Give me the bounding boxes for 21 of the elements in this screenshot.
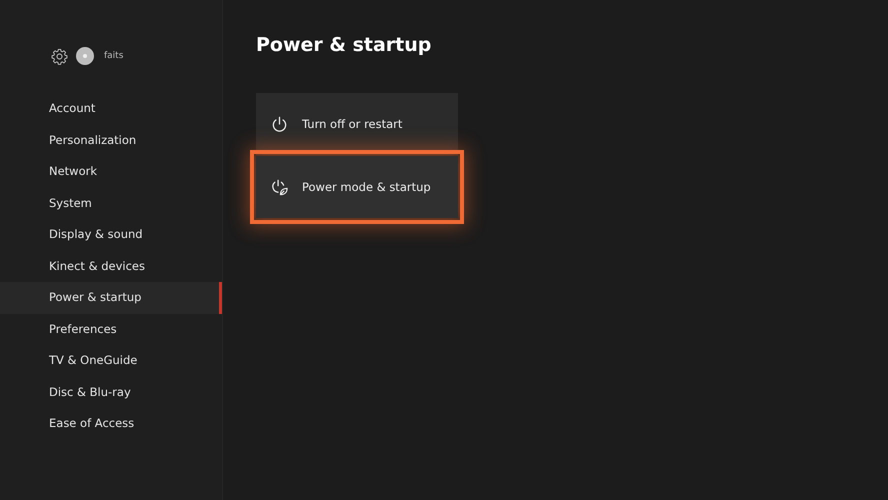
menu-tile[interactable]: Turn off or restart (256, 93, 458, 155)
sidebar-item[interactable]: Ease of Access (0, 408, 222, 440)
sidebar-item[interactable]: Kinect & devices (0, 250, 222, 282)
gamertag: faits (104, 51, 124, 61)
sidebar-item[interactable]: Preferences (0, 314, 222, 345)
sidebar-item[interactable]: Display & sound (0, 219, 222, 250)
settings-icon[interactable] (51, 48, 68, 64)
sidebar-item[interactable]: Account (0, 93, 222, 124)
tile-label: Turn off or restart (302, 117, 402, 131)
sidebar-item[interactable]: Disc & Blu-ray (0, 376, 222, 408)
sidebar-item[interactable]: Power & startup (0, 282, 222, 314)
sidebar-item[interactable]: Personalization (0, 124, 222, 156)
sidebar-item[interactable]: TV & OneGuide (0, 345, 222, 376)
sidebar-item[interactable]: System (0, 188, 222, 219)
avatar-icon[interactable] (76, 47, 94, 65)
power-leaf-icon (271, 178, 288, 196)
tile-label: Power mode & startup (302, 180, 431, 194)
menu-tile[interactable]: Power mode & startup (256, 156, 458, 218)
page-title: Power & startup (256, 34, 432, 58)
power-icon (271, 116, 288, 132)
sidebar-item[interactable]: Network (0, 156, 222, 188)
